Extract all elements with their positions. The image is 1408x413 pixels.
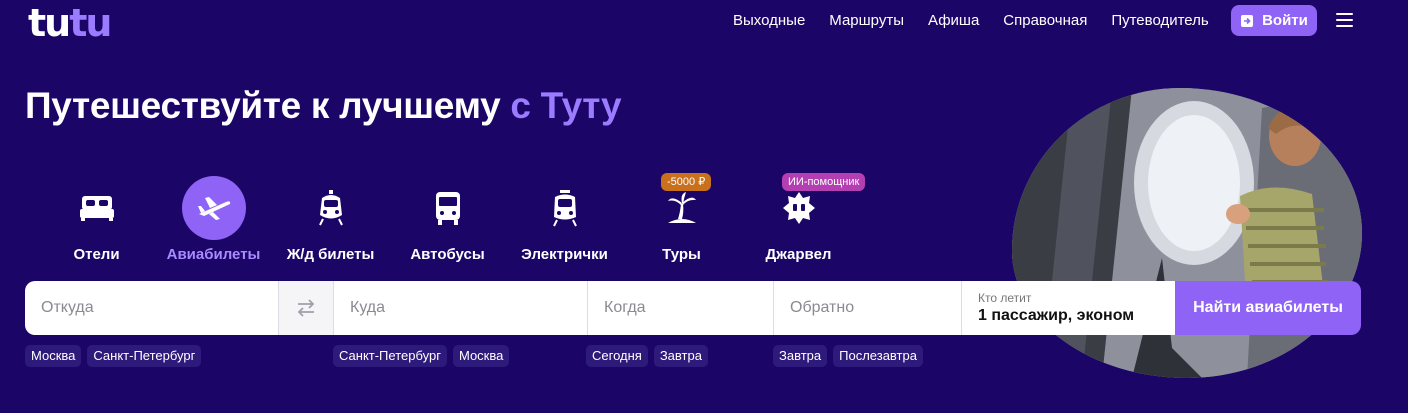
bus-icon [416,176,480,240]
swap-icon [297,299,315,317]
nav-reference[interactable]: Справочная [1003,12,1087,29]
login-label: Войти [1262,12,1308,29]
bed-icon [65,176,129,240]
jarvel-ai-badge: ИИ-помощник [782,173,866,191]
to-placeholder: Куда [350,299,386,316]
suggestion-chip[interactable]: Сегодня [586,345,648,367]
tab-flights-label: Авиабилеты [166,246,261,263]
menu-icon[interactable] [1336,13,1353,27]
passengers-field[interactable]: Кто летит 1 пассажир, эконом [962,281,1175,335]
from-field[interactable]: Откуда [25,281,279,335]
tab-suburban-label: Электрички [521,246,608,263]
suggestion-chip[interactable]: Санкт-Петербург [87,345,202,367]
tab-hotels[interactable]: Отели [38,176,155,263]
suggestion-chip[interactable]: Завтра [653,345,708,367]
date-field[interactable]: Когда [588,281,774,335]
tab-trains-label: Ж/д билеты [286,246,375,263]
suggestion-chip[interactable]: Послезавтра [833,345,923,367]
passengers-label: Кто летит [978,291,1032,305]
passengers-value: 1 пассажир, эконом [978,307,1135,324]
search-form: Откуда Куда Когда Обратно Кто летит 1 па… [25,281,1175,335]
headline-accent: с Туту [510,85,622,126]
top-nav: Выходные Маршруты Афиша Справочная Путев… [733,12,1209,29]
return-date-placeholder: Обратно [790,299,855,316]
suburban-train-icon [533,176,597,240]
headline-main: Путешествуйте к лучшему [25,85,501,126]
nav-weekends[interactable]: Выходные [733,12,805,29]
tab-trains[interactable]: Ж/д билеты [272,176,389,263]
nav-routes[interactable]: Маршруты [829,12,904,29]
logo-part2: tu [69,1,112,45]
tab-tours[interactable]: -5000 ₽ Туры [623,173,740,263]
tab-flights[interactable]: Авиабилеты [155,176,272,263]
nav-guide[interactable]: Путеводитель [1111,12,1208,29]
tab-jarvel[interactable]: ИИ-помощник Джарвел [740,173,866,263]
tab-suburban[interactable]: Электрички [506,176,623,263]
search-button[interactable]: Найти авиабилеты [1175,281,1361,335]
tab-hotels-label: Отели [73,246,120,263]
suggestion-chip[interactable]: Санкт-Петербург [333,345,447,367]
airplane-icon [181,176,246,240]
return-date-field[interactable]: Обратно [774,281,962,335]
login-icon [1241,14,1254,27]
tab-buses[interactable]: Автобусы [389,176,506,263]
return-date-suggestions: Завтра Послезавтра [773,345,923,367]
logo-part1: tu [28,1,71,45]
to-field[interactable]: Куда [334,281,588,335]
to-suggestions: Санкт-Петербург Москва [333,345,510,367]
tab-buses-label: Автобусы [410,246,485,263]
date-suggestions: Сегодня Завтра [586,345,708,367]
tours-discount-badge: -5000 ₽ [661,173,712,191]
nav-afisha[interactable]: Афиша [928,12,979,29]
category-tabs: Отели Авиабилеты Ж/д билеты Автобусы Эле… [38,173,866,263]
suggestion-chip[interactable]: Завтра [773,345,828,367]
suggestion-chip[interactable]: Москва [452,345,510,367]
login-button[interactable]: Войти [1231,5,1317,36]
tab-tours-label: Туры [662,246,701,263]
train-icon [299,176,363,240]
swap-button[interactable] [279,281,334,335]
from-placeholder: Откуда [41,299,94,316]
logo[interactable]: tutu [28,4,112,42]
header: tutu Выходные Маршруты Афиша Справочная … [0,0,1408,44]
tab-jarvel-label: Джарвел [765,246,832,263]
date-placeholder: Когда [604,299,646,316]
suggestion-chip[interactable]: Москва [25,345,82,367]
from-suggestions: Москва Санкт-Петербург [25,345,202,367]
page-title: Путешествуйте к лучшему с Туту [25,85,622,127]
